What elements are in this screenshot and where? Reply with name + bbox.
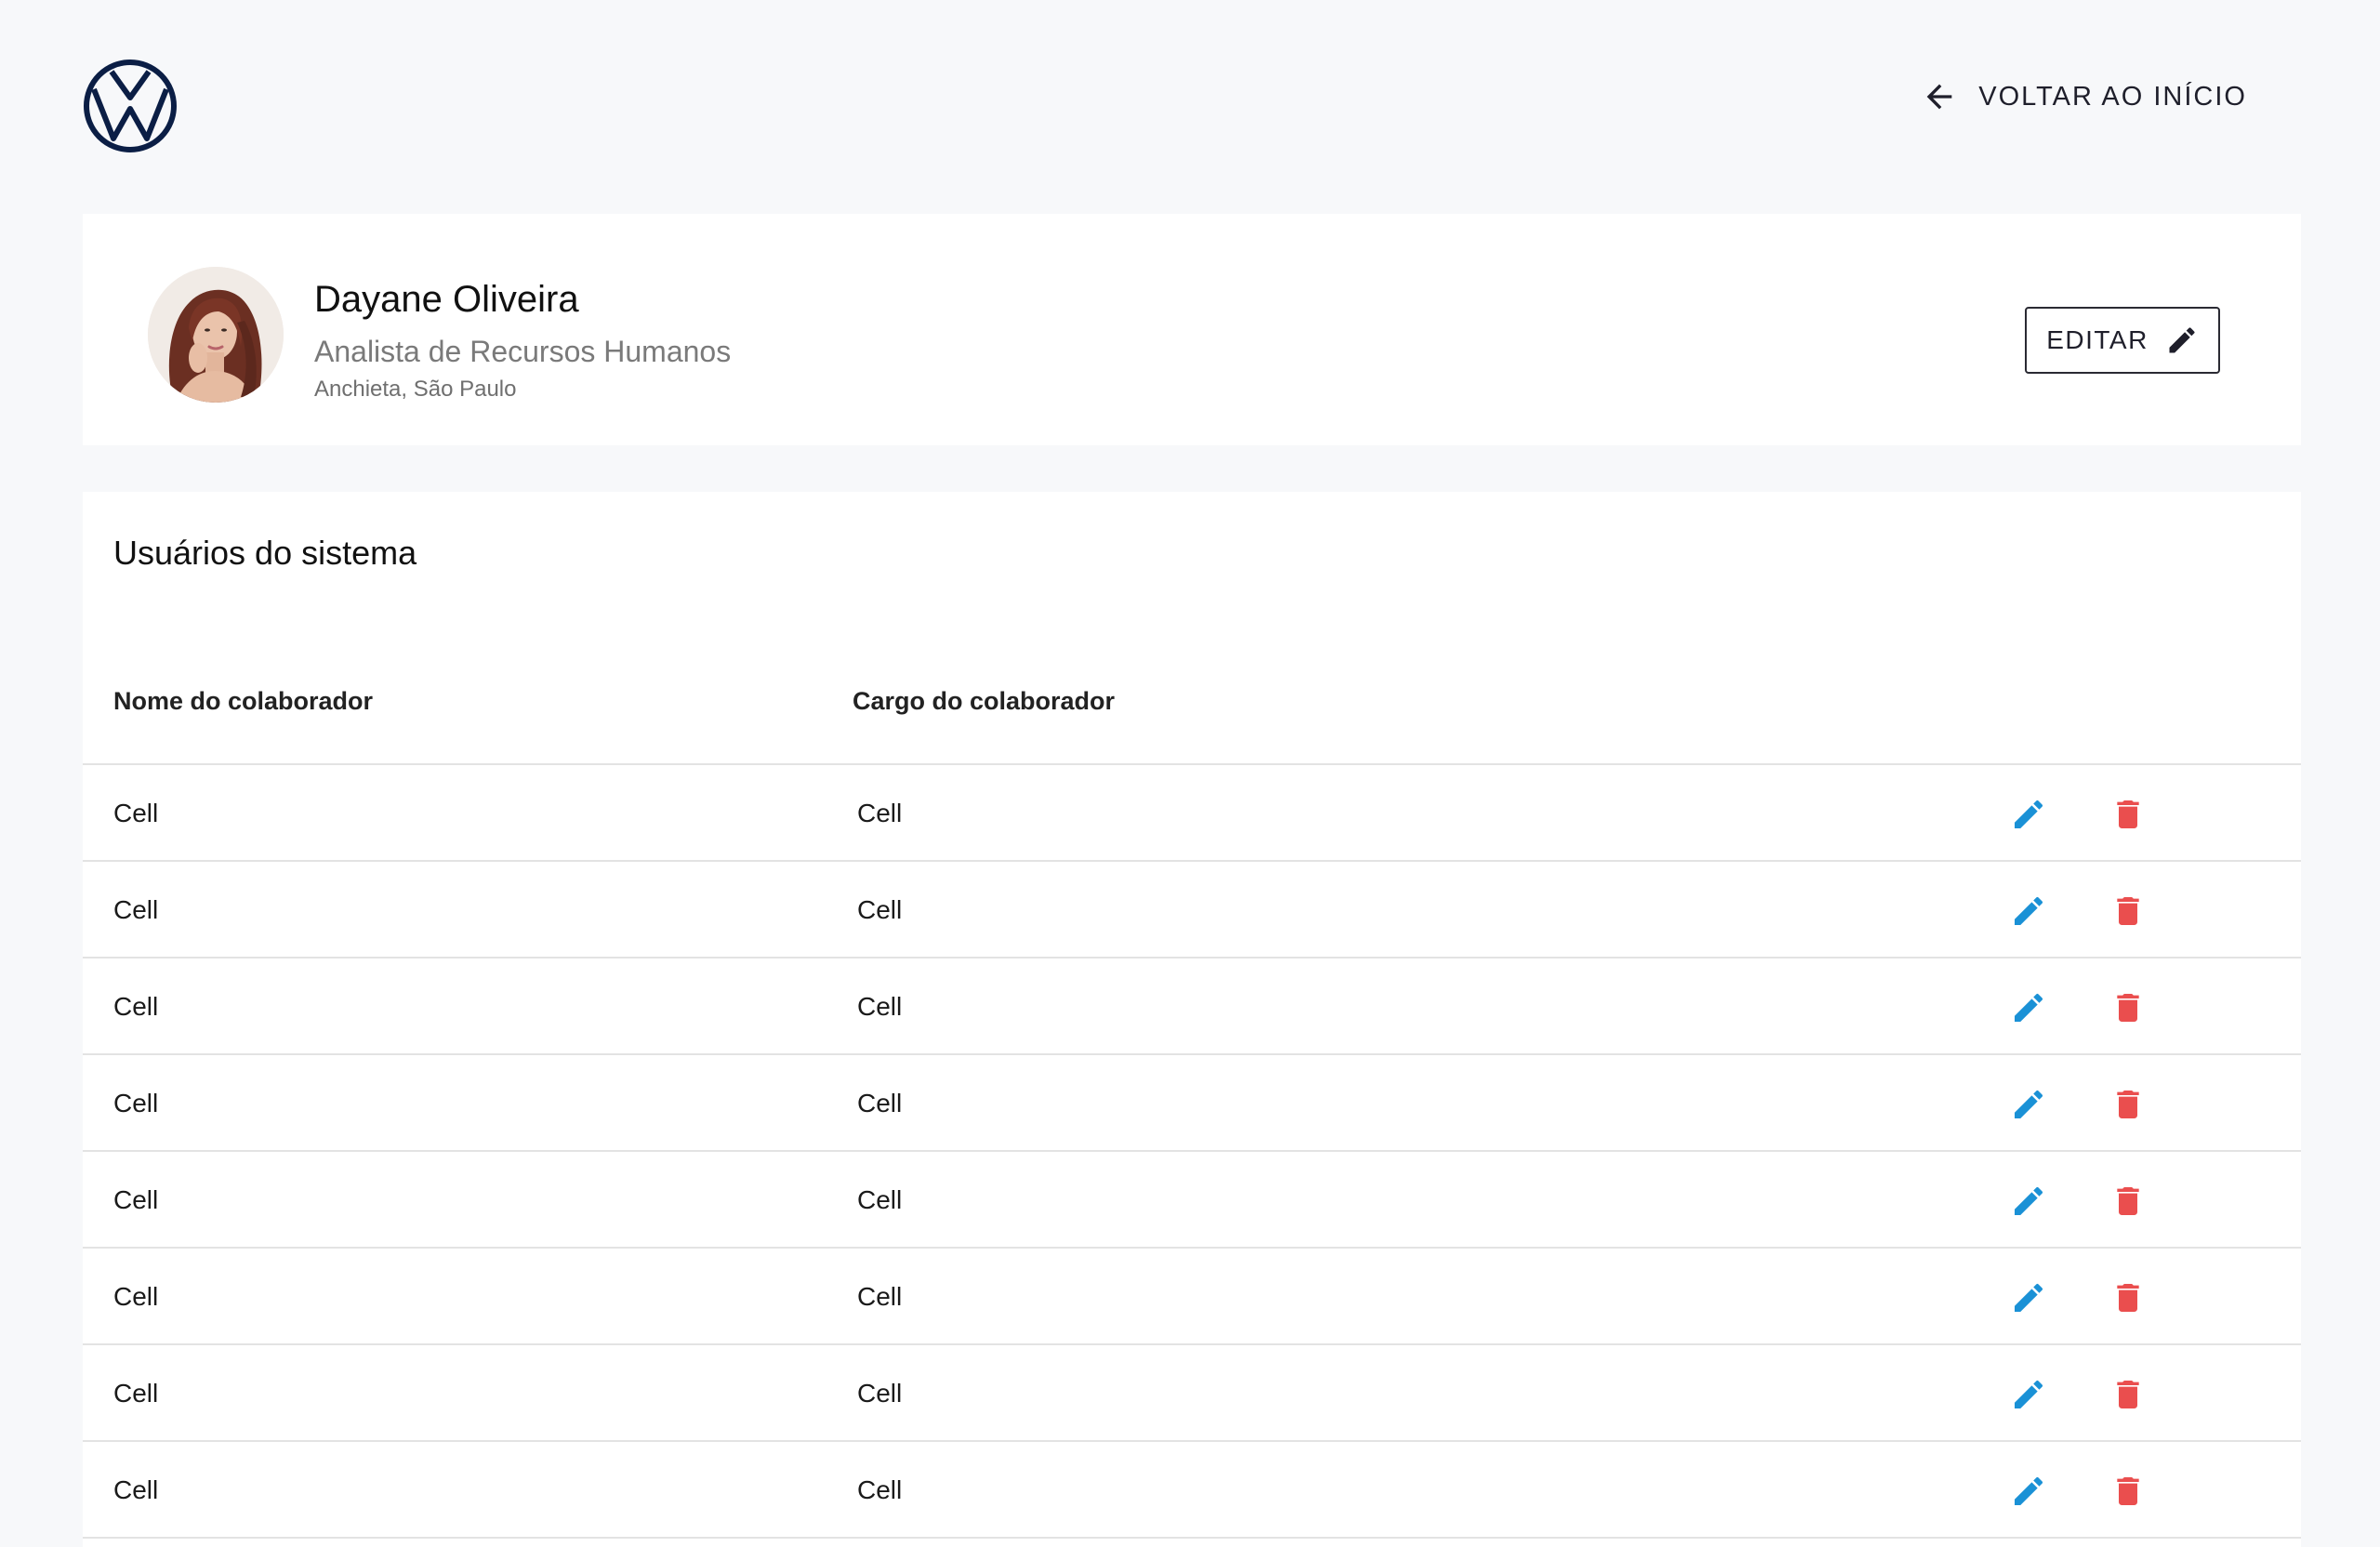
row-edit-button[interactable]: [2010, 1279, 2047, 1316]
row-edit-button[interactable]: [2010, 1086, 2047, 1123]
cell-name: Cell: [113, 895, 159, 924]
pencil-icon: [2015, 1380, 2043, 1408]
trash-icon: [2117, 1381, 2139, 1408]
row-edit-button[interactable]: [2010, 989, 2047, 1026]
table-row: Cell Cell: [83, 1442, 2301, 1539]
cell-role: Cell: [857, 799, 903, 827]
cell-role: Cell: [857, 1089, 903, 1117]
cell-name: Cell: [113, 1089, 159, 1117]
trash-icon: [2117, 1477, 2139, 1505]
edit-profile-label: EDITAR: [2046, 325, 2149, 354]
pencil-icon: [2015, 1476, 2043, 1505]
pencil-icon: [2169, 327, 2195, 353]
table-header: Nome do colaborador Cargo do colaborador: [83, 687, 2301, 719]
cell-name: Cell: [113, 799, 159, 827]
top-bar: VOLTAR AO INÍCIO: [0, 0, 2380, 214]
table-row: Cell Cell: [83, 1055, 2301, 1152]
trash-icon: [2117, 1284, 2139, 1312]
table-row: Cell Cell: [83, 1152, 2301, 1249]
pencil-icon: [2015, 1090, 2043, 1118]
profile-role: Analista de Recursos Humanos: [314, 335, 732, 368]
panel-title: Usuários do sistema: [113, 534, 417, 572]
row-delete-button[interactable]: [2109, 892, 2147, 930]
cell-role: Cell: [857, 895, 903, 924]
avatar: [148, 267, 284, 403]
pencil-icon: [2015, 993, 2043, 1022]
row-edit-button[interactable]: [2010, 1183, 2047, 1220]
row-edit-button[interactable]: [2010, 1376, 2047, 1413]
pencil-icon: [2015, 1283, 2043, 1312]
row-delete-button[interactable]: [2109, 1473, 2147, 1510]
system-users-panel: Usuários do sistema Nome do colaborador …: [83, 492, 2301, 1547]
edit-profile-button[interactable]: EDITAR: [2025, 307, 2220, 374]
trash-icon: [2117, 1091, 2139, 1118]
row-delete-button[interactable]: [2109, 1183, 2147, 1220]
users-table-body: Cell Cell Cell Cell Cell Cell Cell Cell …: [83, 765, 2301, 1539]
cell-name: Cell: [113, 1475, 159, 1504]
profile-location: Anchieta, São Paulo: [314, 377, 517, 402]
table-row: Cell Cell: [83, 959, 2301, 1055]
table-row: Cell Cell: [83, 1249, 2301, 1345]
back-to-home-label: VOLTAR AO INÍCIO: [1978, 81, 2247, 112]
row-delete-button[interactable]: [2109, 1279, 2147, 1316]
row-delete-button[interactable]: [2109, 1376, 2147, 1413]
cell-name: Cell: [113, 992, 159, 1021]
back-to-home-link[interactable]: VOLTAR AO INÍCIO: [1921, 78, 2247, 115]
row-edit-button[interactable]: [2010, 796, 2047, 833]
column-header-name: Nome do colaborador: [113, 687, 374, 715]
row-edit-button[interactable]: [2010, 1473, 2047, 1510]
table-row: Cell Cell: [83, 765, 2301, 862]
cell-name: Cell: [113, 1379, 159, 1408]
trash-icon: [2117, 800, 2139, 828]
row-delete-button[interactable]: [2109, 1086, 2147, 1123]
profile-name: Dayane Oliveira: [314, 279, 579, 320]
row-delete-button[interactable]: [2109, 796, 2147, 833]
cell-role: Cell: [857, 1185, 903, 1214]
table-row: Cell Cell: [83, 1345, 2301, 1442]
row-edit-button[interactable]: [2010, 892, 2047, 930]
arrow-left-icon: [1926, 84, 1952, 110]
pencil-icon: [2015, 800, 2043, 828]
profile-card: Dayane Oliveira Analista de Recursos Hum…: [83, 214, 2301, 445]
cell-role: Cell: [857, 1475, 903, 1504]
trash-icon: [2117, 897, 2139, 925]
cell-name: Cell: [113, 1185, 159, 1214]
cell-name: Cell: [113, 1282, 159, 1311]
pencil-icon: [2015, 896, 2043, 925]
table-row: Cell Cell: [83, 862, 2301, 959]
trash-icon: [2117, 994, 2139, 1022]
trash-icon: [2117, 1187, 2139, 1215]
cell-role: Cell: [857, 1379, 903, 1408]
cell-role: Cell: [857, 1282, 903, 1311]
pencil-icon: [2015, 1186, 2043, 1215]
volkswagen-logo-icon[interactable]: [83, 59, 178, 153]
column-header-role: Cargo do colaborador: [853, 687, 1116, 715]
row-delete-button[interactable]: [2109, 989, 2147, 1026]
cell-role: Cell: [857, 992, 903, 1021]
